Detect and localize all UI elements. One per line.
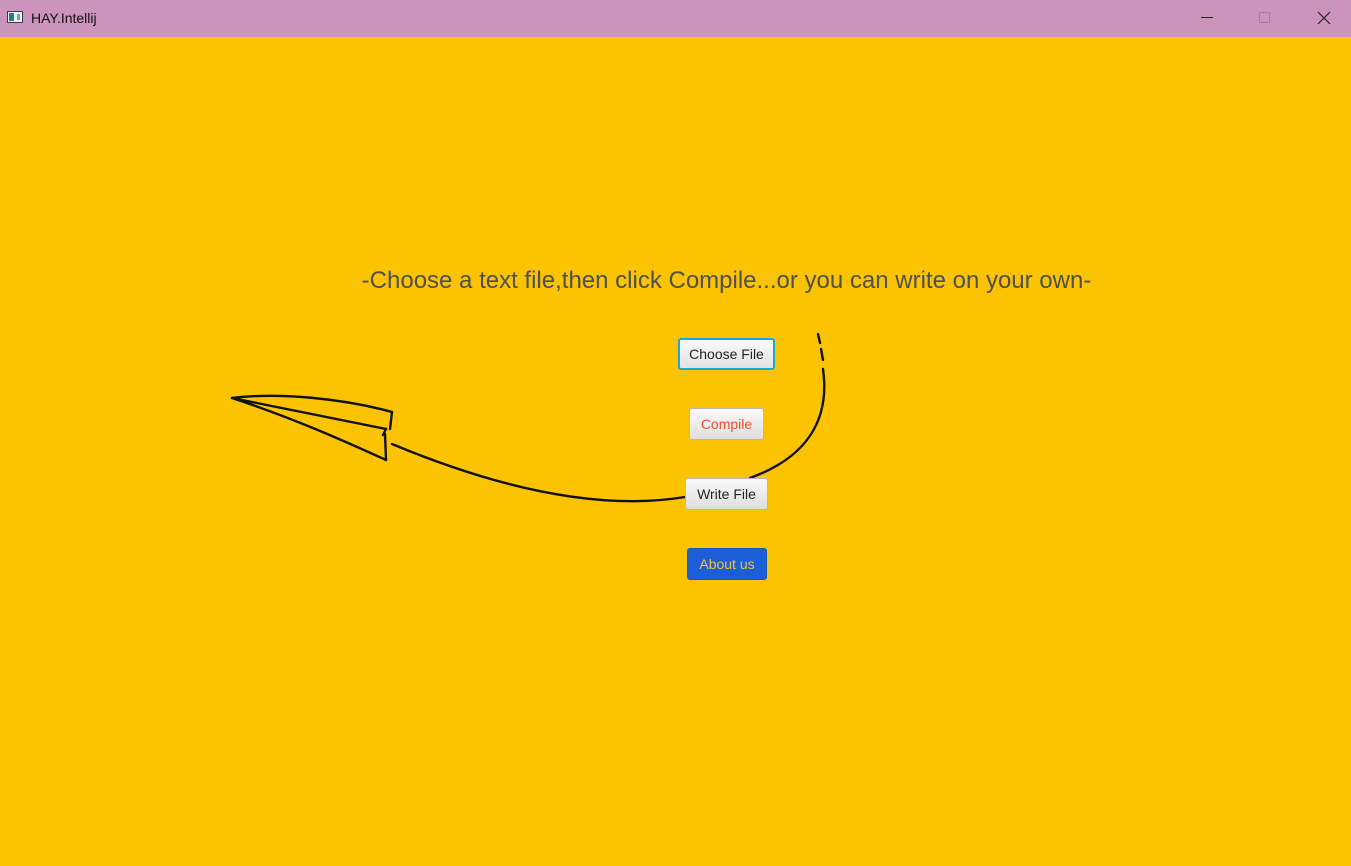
- choose-file-button[interactable]: Choose File: [678, 338, 775, 370]
- about-us-button[interactable]: About us: [687, 548, 767, 580]
- window-title: HAY.Intellij: [31, 10, 97, 26]
- write-file-button[interactable]: Write File: [685, 478, 768, 510]
- compile-button[interactable]: Compile: [689, 408, 764, 440]
- app-icon: [7, 11, 23, 23]
- maximize-icon: [1259, 12, 1270, 23]
- paper-plane-icon: [230, 332, 826, 503]
- title-bar[interactable]: HAY.Intellij: [0, 0, 1351, 37]
- minimize-icon: [1201, 17, 1213, 18]
- maximize-button[interactable]: [1236, 0, 1294, 37]
- app-window: HAY.Intellij -Choose a text file,then cl…: [0, 0, 1351, 866]
- close-icon: [1317, 11, 1331, 25]
- close-button[interactable]: [1294, 0, 1351, 37]
- main-content: -Choose a text file,then click Compile..…: [0, 37, 1351, 866]
- minimize-button[interactable]: [1178, 0, 1236, 37]
